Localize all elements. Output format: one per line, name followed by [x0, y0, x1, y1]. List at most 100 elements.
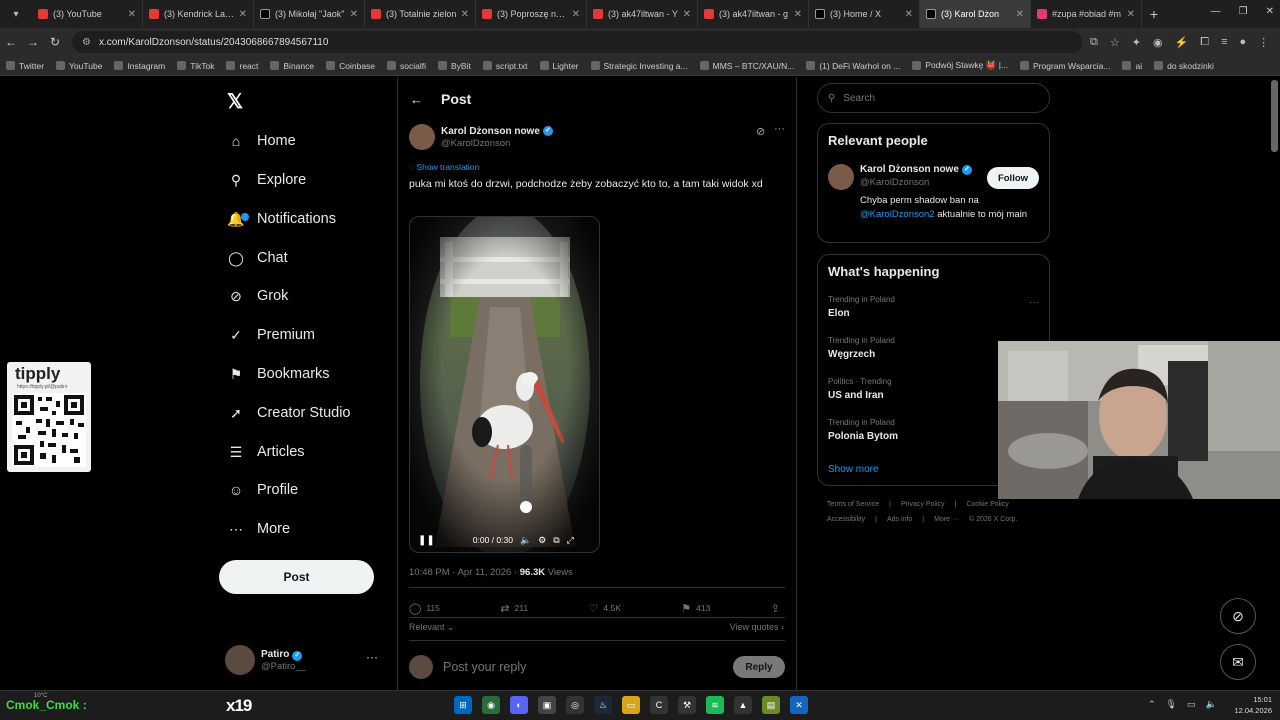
search-input[interactable]: ⚲ Search: [817, 83, 1050, 113]
extension-icon[interactable]: ✦: [1132, 36, 1141, 49]
browser-tab[interactable]: (3) Mikołaj "Jaok" ✕: [254, 0, 365, 28]
footer-link[interactable]: Cookie Policy: [966, 501, 1008, 508]
folder-icon[interactable]: ▭: [622, 696, 640, 714]
browser-tab[interactable]: #zupa #obiad #m ✕: [1031, 0, 1142, 28]
close-tab-icon[interactable]: ✕: [1127, 9, 1135, 20]
bookmark-item[interactable]: Coinbase: [326, 61, 375, 71]
relevant-person[interactable]: Karol Dżonson nowe ✓ @KarolDzonson: [828, 164, 972, 190]
app-icon[interactable]: ✕: [790, 696, 808, 714]
app-icon[interactable]: ⚒: [678, 696, 696, 714]
bookmark-item[interactable]: Twitter: [6, 61, 44, 71]
more-icon[interactable]: ···: [774, 123, 785, 135]
minimize-icon[interactable]: —: [1211, 6, 1221, 17]
bookmark-item[interactable]: MMS – BTC/XAU/N...: [699, 61, 794, 71]
close-window-icon[interactable]: ✕: [1266, 6, 1274, 17]
pause-icon[interactable]: ❚❚: [418, 535, 435, 546]
close-tab-icon[interactable]: ✕: [572, 9, 580, 20]
bookmark-item[interactable]: ByBit: [438, 61, 471, 71]
nav-item-more[interactable]: ⋯ More: [227, 514, 290, 544]
bookmark-item[interactable]: Lighter: [539, 61, 579, 71]
chevron-up-icon[interactable]: ⌃: [1148, 699, 1156, 710]
person-handle[interactable]: @KarolDzonson: [860, 177, 972, 188]
obs-icon[interactable]: ◎: [566, 696, 584, 714]
app-icon[interactable]: ▲: [734, 696, 752, 714]
fullscreen-icon[interactable]: ⤢: [567, 535, 574, 546]
browser-tab[interactable]: (3) Totalnie zielon ✕: [365, 0, 476, 28]
nav-item-explore[interactable]: ⚲ Explore: [227, 165, 306, 195]
reply-button[interactable]: Reply: [733, 656, 785, 678]
nav-item-articles[interactable]: ☰ Articles: [227, 437, 305, 467]
trend-item[interactable]: Politics · Trending US and Iran: [828, 377, 892, 401]
puzzle-icon[interactable]: ⧠: [1200, 36, 1209, 49]
chrome-icon[interactable]: ◉: [482, 696, 500, 714]
discord-icon[interactable]: ◐: [510, 696, 528, 714]
grok-fab-icon[interactable]: ⊘: [1220, 598, 1256, 634]
install-icon[interactable]: ⧉: [1090, 36, 1098, 49]
bookmark-item[interactable]: react: [226, 61, 258, 71]
bookmark-item[interactable]: TikTok: [177, 61, 214, 71]
more-icon[interactable]: ···: [1029, 297, 1039, 308]
view-quotes-link[interactable]: View quotes ›: [730, 622, 784, 632]
post-author[interactable]: Karol Dżonson nowe ✓ @KarolDzonson: [409, 124, 553, 150]
nav-item-bookmarks[interactable]: ⚑ Bookmarks: [227, 359, 330, 389]
follow-button[interactable]: Follow: [987, 167, 1039, 189]
back-arrow-icon[interactable]: ←: [410, 92, 423, 107]
steam-icon[interactable]: ♨: [594, 696, 612, 714]
footer-link[interactable]: Accessibility: [827, 516, 865, 523]
footer-link[interactable]: Terms of Service: [827, 501, 879, 508]
show-translation-link[interactable]: ◌ Show translation: [409, 162, 479, 172]
nav-item-profile[interactable]: ☺ Profile: [227, 475, 298, 505]
footer-link[interactable]: Privacy Policy: [901, 501, 945, 508]
nav-item-premium[interactable]: ✓ Premium: [227, 320, 315, 350]
close-tab-icon[interactable]: ✕: [683, 9, 691, 20]
trend-item[interactable]: Trending in Poland Polonia Bytom: [828, 418, 898, 442]
bookmark-item[interactable]: YouTube: [56, 61, 102, 71]
bookmark-action[interactable]: ⚑ 413: [681, 599, 710, 617]
more-icon[interactable]: ···: [366, 650, 378, 664]
app-icon[interactable]: ▣: [538, 696, 556, 714]
reply-input[interactable]: Post your reply: [443, 660, 733, 674]
bookmark-item[interactable]: Program Wsparcia...: [1020, 61, 1110, 71]
spotify-icon[interactable]: ≋: [706, 696, 724, 714]
close-tab-icon[interactable]: ✕: [1016, 9, 1024, 20]
bookmark-item[interactable]: do skodzinki: [1154, 61, 1214, 71]
bookmark-item[interactable]: Strategic Investing a...: [590, 61, 688, 71]
bookmark-item[interactable]: script.txt: [482, 61, 528, 71]
close-tab-icon[interactable]: ✕: [239, 9, 247, 20]
volume-icon[interactable]: 🔈: [1206, 699, 1217, 710]
start-icon[interactable]: ⊞: [454, 696, 472, 714]
browser-tab[interactable]: (3) YouTube ✕: [32, 0, 143, 28]
app-icon[interactable]: ▤: [762, 696, 780, 714]
video-player[interactable]: ❚❚ 0:00 / 0:30 🔈 ⚙ ⧉ ⤢: [409, 216, 600, 553]
nav-item-creator-studio[interactable]: ➚ Creator Studio: [227, 398, 350, 428]
forward-icon[interactable]: →: [22, 35, 44, 49]
nav-item-home[interactable]: ⌂ Home: [227, 126, 296, 156]
kebab-menu-icon[interactable]: ⋮: [1258, 36, 1269, 49]
repost-action[interactable]: ⇄ 211: [500, 599, 528, 617]
browser-tab[interactable]: (3) Karol Dżon ✕: [920, 0, 1031, 28]
profile-icon[interactable]: ●: [1240, 36, 1247, 49]
clock[interactable]: 15:01 12.04.2026: [1228, 694, 1272, 716]
reload-icon[interactable]: ↻: [44, 35, 66, 49]
nav-item-grok[interactable]: ⊘ Grok: [227, 281, 288, 311]
menu-list-icon[interactable]: ≡: [1221, 36, 1227, 49]
show-more-link[interactable]: Show more: [828, 464, 879, 475]
display-icon[interactable]: ▭: [1187, 699, 1196, 710]
extension-icon[interactable]: ⚡: [1175, 36, 1189, 49]
share-action[interactable]: ⇪: [771, 599, 785, 617]
bookmark-item[interactable]: Instagram: [114, 61, 165, 71]
post-button[interactable]: Post: [219, 560, 374, 594]
extension-icon[interactable]: ◉: [1153, 36, 1163, 49]
tab-search-icon[interactable]: ▾: [4, 4, 28, 24]
browser-tab[interactable]: (3) ak47iltwan - Y ✕: [587, 0, 698, 28]
author-name[interactable]: Karol Dżonson nowe ✓: [441, 126, 553, 137]
bookmark-item[interactable]: Podwój Stawkę 👹 |...: [912, 60, 1008, 71]
site-info-icon[interactable]: ⚙: [82, 37, 91, 48]
scrollbar[interactable]: [1271, 80, 1278, 152]
star-icon[interactable]: ☆: [1110, 36, 1120, 49]
reply-action[interactable]: ◯ 115: [409, 599, 440, 617]
footer-link[interactable]: Ads info: [887, 516, 912, 523]
close-tab-icon[interactable]: ✕: [794, 9, 802, 20]
back-icon[interactable]: ←: [0, 35, 22, 49]
sort-replies-dropdown[interactable]: Relevant ⌄: [409, 622, 455, 633]
